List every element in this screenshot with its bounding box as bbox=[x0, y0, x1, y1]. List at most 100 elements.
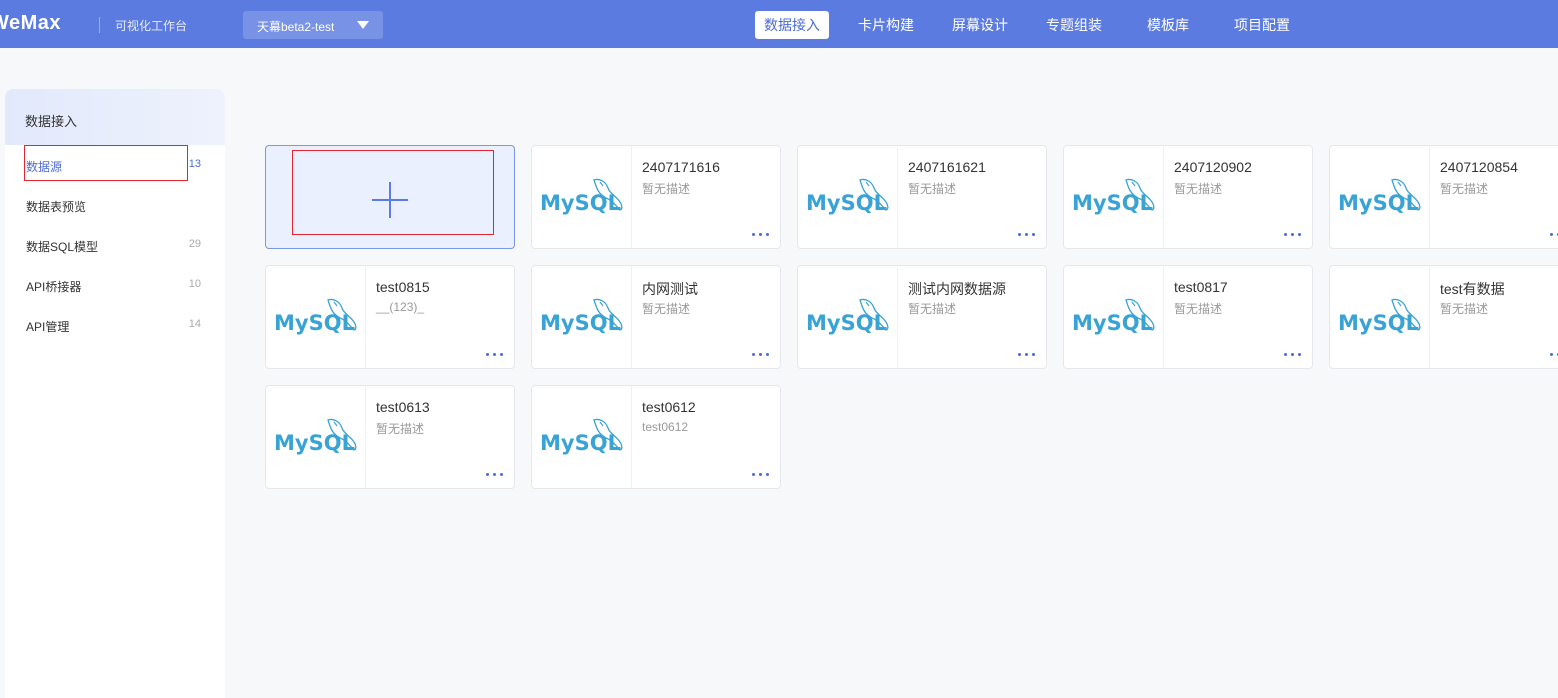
datasource-description: 暂无描述 bbox=[1174, 302, 1223, 316]
nav-topic-assembly[interactable]: 专题组装 bbox=[1046, 11, 1102, 39]
sidebar-item-datasource[interactable]: 数据源 13 bbox=[5, 151, 225, 179]
svg-text:MySQL: MySQL bbox=[274, 431, 355, 455]
more-options-icon[interactable] bbox=[1018, 232, 1036, 238]
datasource-name: 测试内网数据源 bbox=[908, 281, 1006, 297]
more-options-icon[interactable] bbox=[1284, 352, 1302, 358]
datasource-card[interactable]: MySQL 2407171616 暂无描述 bbox=[531, 145, 781, 249]
nav-card-build[interactable]: 卡片构建 bbox=[858, 11, 914, 39]
datasource-card[interactable]: MySQL 2407161621 暂无描述 bbox=[797, 145, 1047, 249]
datasource-card[interactable]: MySQL test0613 暂无描述 bbox=[265, 385, 515, 489]
sidebar-item-api-manage[interactable]: API管理 14 bbox=[5, 311, 225, 339]
svg-text:MySQL: MySQL bbox=[806, 191, 887, 215]
datasource-description: 暂无描述 bbox=[376, 422, 425, 436]
datasource-card[interactable]: MySQL test0817 暂无描述 bbox=[1063, 265, 1313, 369]
datasource-description: 暂无描述 bbox=[642, 182, 691, 196]
app-subtitle: 可视化工作台 bbox=[115, 19, 188, 33]
more-options-icon[interactable] bbox=[1550, 352, 1558, 358]
mysql-logo-area: MySQL bbox=[1064, 146, 1164, 248]
datasource-name: 内网测试 bbox=[642, 281, 698, 297]
datasource-description: 暂无描述 bbox=[642, 302, 691, 316]
more-options-icon[interactable] bbox=[1018, 352, 1036, 358]
datasource-description: __(123)_ bbox=[376, 300, 425, 314]
mysql-logo-area: MySQL bbox=[1330, 266, 1430, 368]
datasource-card[interactable]: MySQL 2407120902 暂无描述 bbox=[1063, 145, 1313, 249]
mysql-logo-icon: MySQL bbox=[1072, 178, 1155, 215]
mysql-logo-area: MySQL bbox=[266, 386, 366, 488]
mysql-logo-icon: MySQL bbox=[1072, 298, 1155, 335]
app-logo[interactable]: WeMax bbox=[0, 12, 61, 35]
chevron-down-icon bbox=[357, 21, 369, 29]
mysql-logo-area: MySQL bbox=[798, 266, 898, 368]
more-options-icon[interactable] bbox=[752, 352, 770, 358]
more-options-icon[interactable] bbox=[752, 472, 770, 478]
svg-text:MySQL: MySQL bbox=[274, 311, 355, 335]
svg-text:MySQL: MySQL bbox=[540, 311, 621, 335]
svg-text:MySQL: MySQL bbox=[1072, 311, 1153, 335]
nav-screen-design[interactable]: 屏幕设计 bbox=[952, 11, 1008, 39]
sidebar-item-label: 数据SQL模型 bbox=[26, 240, 99, 254]
datasource-name: test0612 bbox=[642, 399, 696, 415]
mysql-logo-area: MySQL bbox=[798, 146, 898, 248]
sidebar-item-api-bridge[interactable]: API桥接器 10 bbox=[5, 271, 225, 299]
datasource-name: test有数据 bbox=[1440, 281, 1505, 297]
mysql-logo-area: MySQL bbox=[1064, 266, 1164, 368]
svg-text:MySQL: MySQL bbox=[806, 311, 887, 335]
project-select-value: 天幕beta2-test bbox=[257, 20, 335, 34]
mysql-logo-icon: MySQL bbox=[806, 298, 889, 335]
datasource-name: 2407120854 bbox=[1440, 159, 1518, 175]
svg-text:MySQL: MySQL bbox=[540, 191, 621, 215]
sidebar-item-label: API桥接器 bbox=[26, 280, 82, 294]
mysql-logo-icon: MySQL bbox=[540, 298, 623, 335]
datasource-card[interactable]: MySQL 2407120854 暂无描述 bbox=[1329, 145, 1558, 249]
datasource-description: test0612 bbox=[642, 420, 689, 434]
sidebar-item-label: API管理 bbox=[26, 320, 70, 334]
more-options-icon[interactable] bbox=[486, 352, 504, 358]
sidebar-item-sql-model[interactable]: 数据SQL模型 29 bbox=[5, 231, 225, 259]
more-options-icon[interactable] bbox=[486, 472, 504, 478]
more-options-icon[interactable] bbox=[1284, 232, 1302, 238]
mysql-logo-icon: MySQL bbox=[1338, 298, 1421, 335]
svg-text:MySQL: MySQL bbox=[1072, 191, 1153, 215]
datasource-card[interactable]: MySQL test0815 __(123)_ bbox=[265, 265, 515, 369]
mysql-logo-area: MySQL bbox=[266, 266, 366, 368]
add-datasource-button[interactable] bbox=[265, 145, 515, 249]
more-options-icon[interactable] bbox=[1550, 232, 1558, 238]
sidebar: 数据接入 数据源 13 数据表预览 数据SQL模型 29 API桥接器 10 A… bbox=[5, 89, 225, 698]
datasource-card[interactable]: MySQL 测试内网数据源 暂无描述 bbox=[797, 265, 1047, 369]
project-select[interactable]: 天幕beta2-test bbox=[243, 11, 383, 39]
mysql-logo-area: MySQL bbox=[532, 266, 632, 368]
mysql-logo-area: MySQL bbox=[1330, 146, 1430, 248]
sidebar-item-label: 数据源 bbox=[26, 160, 63, 174]
datasource-description: 暂无描述 bbox=[1440, 182, 1489, 196]
datasource-card[interactable]: MySQL test有数据 暂无描述 bbox=[1329, 265, 1558, 369]
mysql-logo-icon: MySQL bbox=[540, 178, 623, 215]
svg-text:MySQL: MySQL bbox=[1338, 191, 1419, 215]
nav-data-access[interactable]: 数据接入 bbox=[755, 11, 829, 39]
sidebar-item-label: 数据表预览 bbox=[26, 200, 87, 214]
datasource-name: 2407171616 bbox=[642, 159, 720, 175]
datasource-name: test0817 bbox=[1174, 279, 1228, 295]
more-options-icon[interactable] bbox=[752, 232, 770, 238]
datasource-description: 暂无描述 bbox=[908, 182, 957, 196]
datasource-card[interactable]: MySQL test0612 test0612 bbox=[531, 385, 781, 489]
sidebar-item-count: 10 bbox=[188, 278, 201, 290]
sidebar-item-count: 29 bbox=[188, 238, 201, 250]
mysql-logo-area: MySQL bbox=[532, 386, 632, 488]
plus-icon-vertical bbox=[389, 182, 391, 218]
mysql-logo-icon: MySQL bbox=[806, 178, 889, 215]
sidebar-item-table-preview[interactable]: 数据表预览 bbox=[5, 191, 225, 219]
datasource-description: 暂无描述 bbox=[908, 302, 957, 316]
nav-template-library[interactable]: 模板库 bbox=[1147, 11, 1189, 39]
datasource-card[interactable]: MySQL 内网测试 暂无描述 bbox=[531, 265, 781, 369]
datasource-name: test0613 bbox=[376, 399, 430, 415]
datasource-name: test0815 bbox=[376, 279, 430, 295]
mysql-logo-icon: MySQL bbox=[274, 418, 357, 455]
mysql-logo-icon: MySQL bbox=[1338, 178, 1421, 215]
sidebar-title: 数据接入 bbox=[25, 114, 78, 129]
nav-project-config[interactable]: 项目配置 bbox=[1234, 11, 1290, 39]
mysql-logo-area: MySQL bbox=[532, 146, 632, 248]
datasource-description: 暂无描述 bbox=[1440, 302, 1489, 316]
datasource-description: 暂无描述 bbox=[1174, 182, 1223, 196]
mysql-logo-icon: MySQL bbox=[274, 298, 357, 335]
datasource-name: 2407161621 bbox=[908, 159, 986, 175]
